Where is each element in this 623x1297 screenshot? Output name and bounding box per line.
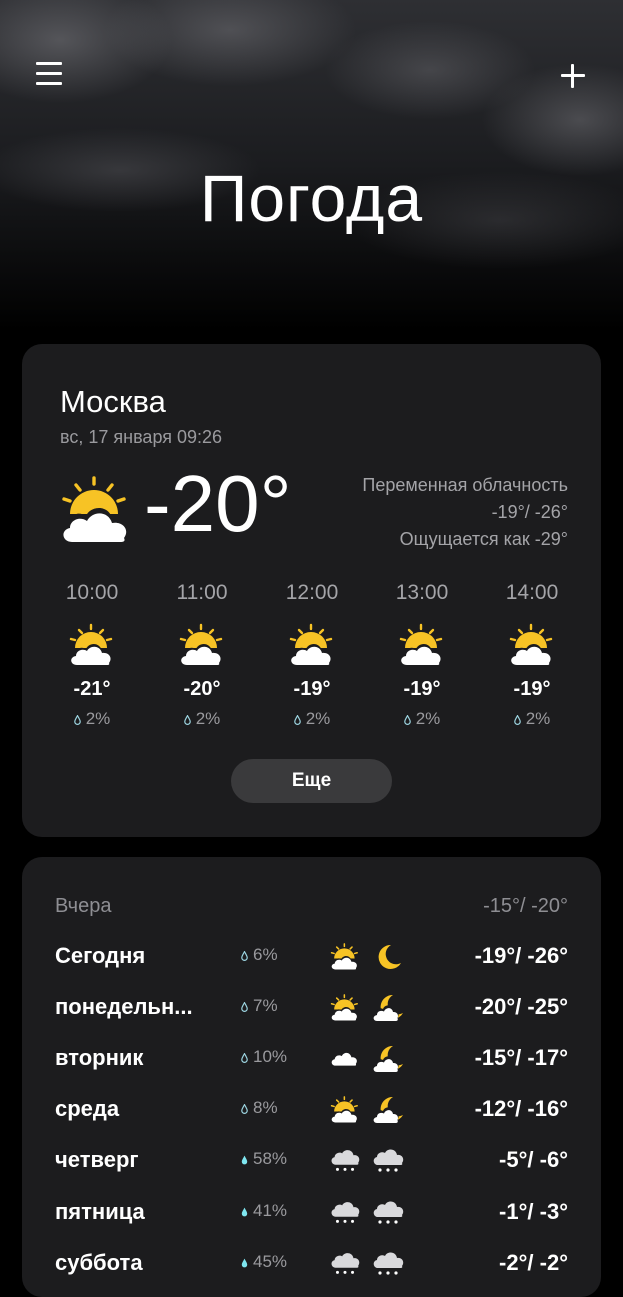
day-name: Сегодня bbox=[55, 943, 146, 968]
hourly-item: 12:00 -19° 2% bbox=[257, 578, 367, 729]
hourly-forecast[interactable]: 10:00 -21° 2% 11:00 -20° 2% 12:00 -19° 2… bbox=[37, 578, 587, 729]
current-weather-card[interactable]: Москва вс, 17 января 09:26 -20° Переменн… bbox=[22, 344, 601, 837]
yesterday-temperature: -15°/ -20° bbox=[483, 895, 568, 917]
day-temperature: -2°/ -2° bbox=[499, 1250, 568, 1275]
hour-time: 10:00 bbox=[65, 581, 119, 604]
hour-precipitation: 2% bbox=[37, 709, 147, 729]
hi-lo-temperature: -19°/ -26° bbox=[491, 502, 568, 522]
more-button[interactable]: Еще bbox=[231, 759, 392, 803]
hourly-item: 13:00 -19° 2% bbox=[367, 578, 477, 729]
raindrop-icon bbox=[183, 714, 191, 725]
yesterday-label: Вчера bbox=[55, 895, 112, 917]
forecast-day-row[interactable]: Сегодня 6% -19°/ -26° bbox=[55, 939, 568, 975]
hour-temperature: -19° bbox=[513, 678, 551, 700]
raindrop-icon bbox=[241, 1155, 248, 1164]
city-name: Москва bbox=[60, 384, 166, 419]
partly-cloudy-icon bbox=[61, 476, 129, 542]
snow-icon bbox=[331, 1150, 360, 1171]
raindrop-icon bbox=[241, 950, 248, 961]
partly-cloudy-icon bbox=[509, 623, 553, 666]
forecast-day-row[interactable]: понедельн... 7% -20°/ -25° bbox=[55, 990, 568, 1026]
partly-cloudy-icon bbox=[399, 623, 443, 666]
hourly-item: 14:00 -19° 2% bbox=[477, 578, 587, 729]
hour-temperature: -20° bbox=[183, 678, 221, 700]
cloudy-night-icon bbox=[372, 994, 403, 1021]
condition-text: Переменная облачность bbox=[362, 475, 568, 495]
hour-time: 11:00 bbox=[176, 581, 228, 604]
day-precipitation: 6% bbox=[241, 945, 278, 965]
hour-time: 12:00 bbox=[285, 581, 339, 604]
yesterday-row: Вчера -15°/ -20° bbox=[55, 895, 568, 923]
raindrop-icon bbox=[241, 1103, 248, 1114]
condition-block: Переменная облачность -19°/ -26° Ощущает… bbox=[362, 472, 568, 553]
hour-time: 14:00 bbox=[505, 581, 559, 604]
raindrop-icon bbox=[403, 714, 411, 725]
day-precipitation: 10% bbox=[241, 1047, 287, 1067]
raindrop-icon bbox=[293, 714, 301, 725]
snow-icon bbox=[373, 1149, 404, 1172]
forecast-day-row[interactable]: пятница 41% -1°/ -3° bbox=[55, 1195, 568, 1231]
hour-temperature: -19° bbox=[403, 678, 441, 700]
hour-temperature: -21° bbox=[73, 678, 111, 700]
day-precipitation: 41% bbox=[241, 1201, 287, 1221]
raindrop-icon bbox=[241, 1258, 248, 1267]
hour-precipitation: 2% bbox=[367, 709, 477, 729]
forecast-day-row[interactable]: четверг 58% -5°/ -6° bbox=[55, 1143, 568, 1179]
cloudy-night-icon bbox=[372, 1096, 403, 1123]
forecast-day-row[interactable]: вторник 10% -15°/ -17° bbox=[55, 1041, 568, 1077]
day-precipitation: 7% bbox=[241, 996, 278, 1016]
day-name: вторник bbox=[55, 1045, 144, 1070]
hour-time: 13:00 bbox=[395, 581, 449, 604]
day-temperature: -20°/ -25° bbox=[474, 994, 568, 1019]
daily-forecast-card[interactable]: Вчера -15°/ -20° Сегодня 6% -19°/ -26° п… bbox=[22, 857, 601, 1297]
partly-cloudy-icon bbox=[330, 943, 359, 971]
current-temperature: -20° bbox=[144, 459, 292, 548]
day-name: понедельн... bbox=[55, 994, 193, 1019]
raindrop-icon bbox=[241, 1052, 248, 1063]
partly-cloudy-icon bbox=[179, 623, 223, 666]
day-precipitation: 58% bbox=[241, 1149, 287, 1169]
raindrop-icon bbox=[73, 714, 81, 725]
day-precipitation: 45% bbox=[241, 1252, 287, 1272]
day-temperature: -15°/ -17° bbox=[474, 1045, 568, 1070]
hour-precipitation: 2% bbox=[477, 709, 587, 729]
day-temperature: -12°/ -16° bbox=[474, 1096, 568, 1121]
day-name: суббота bbox=[55, 1250, 143, 1275]
day-precipitation: 8% bbox=[241, 1098, 278, 1118]
page-title: Погода bbox=[199, 161, 424, 235]
day-name: пятница bbox=[55, 1199, 145, 1224]
snow-icon bbox=[373, 1252, 404, 1275]
snow-icon bbox=[331, 1253, 360, 1274]
hamburger-menu-icon[interactable] bbox=[36, 62, 62, 88]
hour-temperature: -19° bbox=[293, 678, 331, 700]
hourly-item: 10:00 -21° 2% bbox=[37, 578, 147, 729]
feels-like-text: Ощущается как -29° bbox=[399, 529, 568, 549]
snow-icon bbox=[373, 1201, 404, 1224]
day-temperature: -1°/ -3° bbox=[499, 1199, 568, 1224]
cloud-icon bbox=[331, 1052, 357, 1066]
cloudy-night-icon bbox=[372, 1045, 403, 1072]
partly-cloudy-icon bbox=[289, 623, 333, 666]
current-datetime: вс, 17 января 09:26 bbox=[60, 427, 223, 447]
day-temperature: -19°/ -26° bbox=[474, 943, 568, 968]
raindrop-icon bbox=[241, 1001, 248, 1012]
hour-precipitation: 2% bbox=[147, 709, 257, 729]
moon-icon bbox=[378, 944, 401, 969]
hourly-item: 11:00 -20° 2% bbox=[147, 578, 257, 729]
snow-icon bbox=[331, 1202, 360, 1223]
forecast-day-row[interactable]: суббота 45% -2°/ -2° bbox=[55, 1246, 568, 1282]
raindrop-icon bbox=[513, 714, 521, 725]
hour-precipitation: 2% bbox=[257, 709, 367, 729]
day-name: четверг bbox=[55, 1147, 139, 1172]
add-location-icon[interactable] bbox=[561, 64, 585, 88]
day-name: среда bbox=[55, 1096, 120, 1121]
raindrop-icon bbox=[241, 1207, 248, 1216]
partly-cloudy-icon bbox=[69, 623, 113, 666]
day-temperature: -5°/ -6° bbox=[499, 1147, 568, 1172]
partly-cloudy-icon bbox=[330, 994, 359, 1022]
forecast-day-row[interactable]: среда 8% -12°/ -16° bbox=[55, 1092, 568, 1128]
partly-cloudy-icon bbox=[330, 1096, 359, 1124]
